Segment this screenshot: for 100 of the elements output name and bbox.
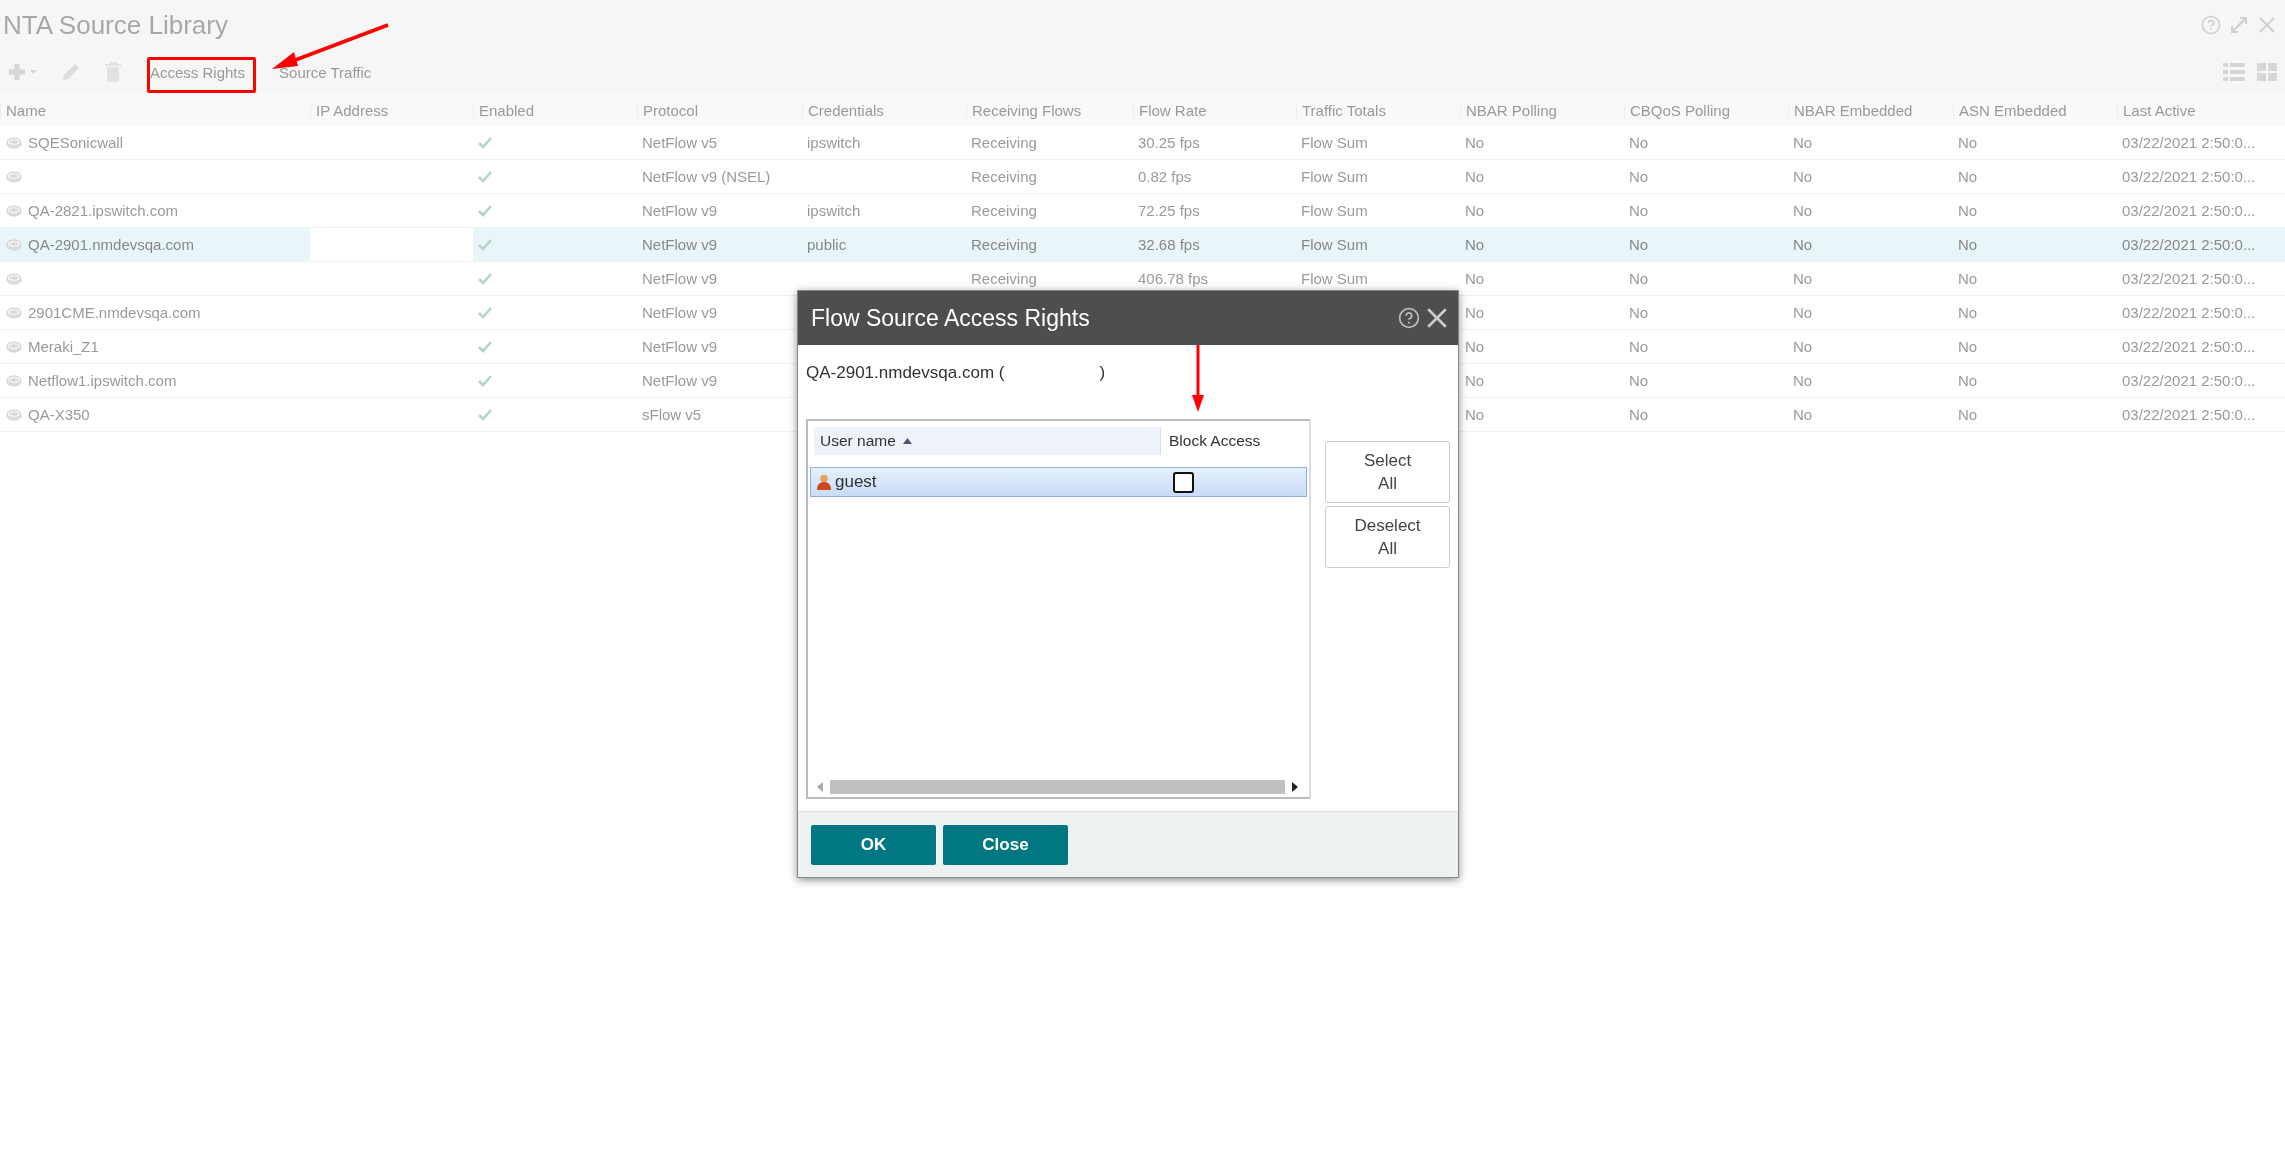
column-header[interactable]: Flow Rate — [1133, 101, 1296, 119]
column-header[interactable]: Enabled — [473, 101, 637, 119]
router-icon — [6, 170, 22, 183]
table-cell: NetFlow v9 — [642, 338, 718, 355]
table-cell: 03/22/2021 2:50:0... — [2122, 168, 2256, 185]
table-cell: 2901CME.nmdevsqa.com — [28, 304, 201, 321]
table-cell: 03/22/2021 2:50:0... — [2122, 406, 2256, 423]
column-header[interactable]: Name — [0, 101, 310, 119]
table-cell: No — [1793, 372, 1813, 389]
table-cell: ipswitch — [807, 202, 861, 219]
window-title: NTA Source Library — [3, 9, 228, 41]
table-cell: Receiving — [971, 168, 1037, 185]
table-cell: No — [1629, 338, 1649, 355]
table-cell: No — [1793, 236, 1813, 253]
table-cell: 03/22/2021 2:50:0... — [2122, 304, 2256, 321]
toolbar-button[interactable]: Access Rights — [144, 59, 252, 85]
table-cell: No — [1793, 168, 1813, 185]
help-icon[interactable] — [1398, 307, 1420, 329]
column-header[interactable]: NBAR Polling — [1460, 101, 1624, 119]
user-icon — [817, 474, 831, 490]
table-cell: NetFlow v9 (NSEL) — [642, 168, 771, 185]
router-icon — [6, 306, 22, 319]
table-cell: No — [1629, 406, 1649, 423]
table-cell: Flow Sum — [1301, 202, 1368, 219]
table-cell: No — [1465, 338, 1485, 355]
table-row[interactable]: NetFlow v9 (NSEL) Receiving 0.82 fps Flow Sum No No No No 03/22/2021 2:50:0... — [0, 160, 2285, 194]
table-cell: No — [1465, 270, 1485, 287]
table-cell: NetFlow v9 — [642, 372, 718, 389]
table-cell: No — [1958, 236, 1978, 253]
table-cell: No — [1958, 168, 1978, 185]
scroll-right-icon[interactable] — [1291, 782, 1299, 792]
table-cell: No — [1465, 168, 1485, 185]
table-cell: No — [1958, 338, 1978, 355]
router-icon — [6, 238, 22, 251]
column-header[interactable]: User name — [814, 427, 1161, 455]
side-button[interactable]: Select All — [1325, 441, 1450, 503]
source-close: ) — [1099, 363, 1106, 383]
column-header[interactable]: Credentials — [802, 101, 966, 119]
table-cell: Receiving — [971, 134, 1037, 151]
table-cell: No — [1629, 270, 1649, 287]
table-cell: No — [1465, 236, 1485, 253]
table-cell: No — [1629, 202, 1649, 219]
side-button[interactable]: Deselect All — [1325, 506, 1450, 568]
user-row[interactable]: guest — [810, 467, 1307, 497]
table-cell: QA-X350 — [28, 406, 90, 423]
scroll-left-icon[interactable] — [816, 782, 824, 792]
dialog-button[interactable]: OK — [811, 824, 936, 865]
table-cell: 72.25 fps — [1138, 202, 1200, 219]
table-cell: 03/22/2021 2:50:0... — [2122, 372, 2256, 389]
pencil-icon[interactable] — [60, 61, 82, 83]
column-header[interactable]: Block Access — [1161, 432, 1261, 450]
column-header[interactable]: NBAR Embedded — [1788, 101, 1953, 119]
table-cell: No — [1629, 168, 1649, 185]
table-cell: Flow Sum — [1301, 270, 1368, 287]
table-cell: Receiving — [971, 270, 1037, 287]
table-cell: Receiving — [971, 236, 1037, 253]
column-header[interactable]: Protocol — [637, 101, 802, 119]
column-header[interactable]: ASN Embedded — [1953, 101, 2117, 119]
table-cell: 03/22/2021 2:50:0... — [2122, 270, 2256, 287]
source-name: QA-2901.nmdevsqa.com ( — [806, 363, 1005, 383]
table-cell: No — [1465, 406, 1485, 423]
table-cell: QA-2901.nmdevsqa.com — [28, 236, 194, 253]
table-cell: No — [1465, 134, 1485, 151]
router-icon — [6, 340, 22, 353]
add-icon[interactable] — [8, 62, 38, 82]
table-cell: No — [1793, 270, 1813, 287]
toolbar-button[interactable]: Source Traffic — [273, 59, 378, 85]
column-header[interactable]: CBQoS Polling — [1624, 101, 1788, 119]
column-header[interactable]: Receiving Flows — [966, 101, 1133, 119]
table-cell: 0.82 fps — [1138, 168, 1192, 185]
router-icon — [6, 272, 22, 285]
table-cell: No — [1958, 270, 1978, 287]
column-header[interactable]: Last Active — [2117, 101, 2285, 119]
table-cell: No — [1958, 372, 1978, 389]
table-cell: No — [1958, 304, 1978, 321]
list-view-icon[interactable] — [2223, 63, 2245, 81]
dialog-button[interactable]: Close — [943, 824, 1068, 865]
block-access-checkbox[interactable] — [1173, 471, 1194, 493]
table-cell: 32.68 fps — [1138, 236, 1200, 253]
expand-icon[interactable] — [2229, 15, 2249, 35]
router-icon — [6, 136, 22, 149]
table-cell: NetFlow v9 — [642, 304, 718, 321]
table-cell: sFlow v5 — [642, 406, 702, 423]
table-cell: No — [1465, 304, 1485, 321]
table-cell: No — [1793, 134, 1813, 151]
close-icon[interactable] — [1426, 307, 1448, 329]
table-cell: Flow Sum — [1301, 236, 1368, 253]
table-cell: No — [1629, 134, 1649, 151]
table-cell: NetFlow v9 — [642, 270, 718, 287]
table-cell: No — [1793, 202, 1813, 219]
table-cell: Flow Sum — [1301, 134, 1368, 151]
table-cell: public — [807, 236, 847, 253]
table-cell: No — [1629, 236, 1649, 253]
table-row[interactable]: QA-2901.nmdevsqa.com NetFlow v9 public Receiving 32.68 fps Flow Sum No No No No 03/22/2021 2:50:0... — [0, 228, 2285, 262]
column-header[interactable]: Traffic Totals — [1296, 101, 1460, 119]
table-cell: QA-2821.ipswitch.com — [28, 202, 179, 219]
table-row[interactable]: SQESonicwall NetFlow v5 ipswitch Receiving 30.25 fps Flow Sum No No No No 03/22/2021 2:50:0... — [0, 126, 2285, 160]
table-cell: No — [1958, 202, 1978, 219]
grid-view-icon[interactable] — [2257, 63, 2277, 81]
column-header[interactable]: IP Address — [310, 101, 473, 119]
